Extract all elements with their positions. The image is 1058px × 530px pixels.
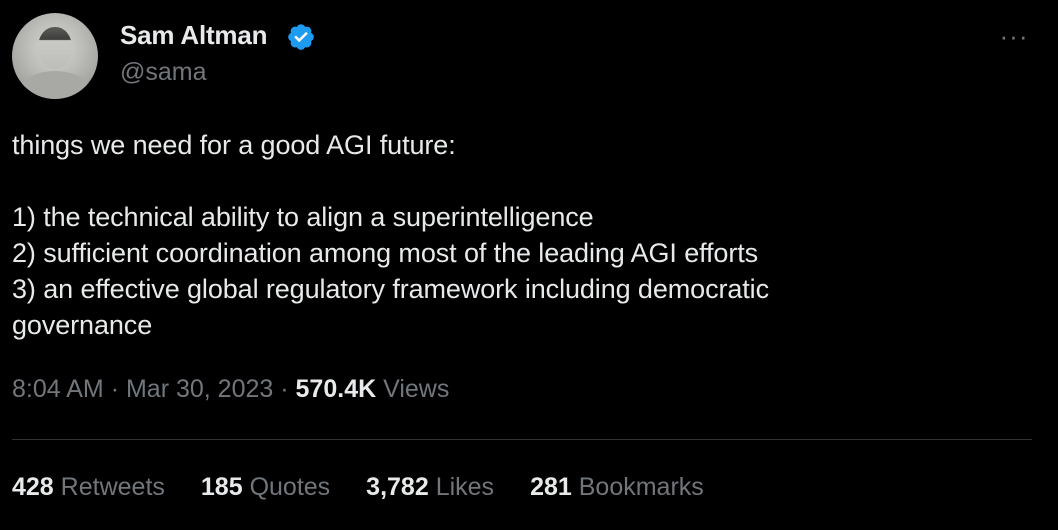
tweet-date[interactable]: Mar 30, 2023 [126, 375, 273, 403]
tweet-meta: 8:04 AM · Mar 30, 2023 · 570.4K Views [12, 375, 449, 404]
tweet-time[interactable]: 8:04 AM [12, 375, 104, 403]
bookmarks-label: Bookmarks [578, 473, 704, 501]
retweets-label: Retweets [60, 473, 165, 501]
views-count: 570.4K [295, 375, 377, 403]
avatar-shoulders [20, 71, 90, 99]
author-avatar[interactable] [12, 13, 98, 99]
quotes-label: Quotes [249, 473, 331, 501]
views-label: Views [383, 375, 450, 403]
retweets-stat[interactable]: 428 Retweets [12, 473, 165, 502]
tweet-line: things we need for a good AGI future: [12, 130, 456, 160]
tweet-line: 3) an effective global regulatory framew… [12, 274, 769, 304]
avatar-head [38, 27, 72, 69]
likes-label: Likes [435, 473, 495, 501]
quotes-stat[interactable]: 185 Quotes [201, 473, 330, 502]
tweet-line: 1) the technical ability to align a supe… [12, 202, 594, 232]
divider [12, 439, 1032, 440]
meta-separator: · [280, 375, 289, 403]
tweet-text: things we need for a good AGI future: 1)… [12, 127, 1022, 343]
retweets-count: 428 [12, 473, 54, 501]
author-handle[interactable]: @sama [120, 58, 207, 87]
tweet-line: 2) sufficient coordination among most of… [12, 238, 759, 268]
more-options-icon[interactable]: ··· [996, 21, 1032, 51]
likes-stat[interactable]: 3,782 Likes [366, 473, 494, 502]
likes-count: 3,782 [366, 473, 429, 501]
bookmarks-count: 281 [530, 473, 572, 501]
quotes-count: 185 [200, 473, 243, 501]
author-name[interactable]: Sam Altman [120, 20, 268, 51]
bookmarks-stat[interactable]: 281 Bookmarks [530, 473, 704, 502]
verified-badge-icon [288, 24, 314, 50]
tweet-line: governance [12, 310, 153, 340]
engagement-stats: 428 Retweets 185 Quotes 3,782 Likes 281 … [12, 473, 740, 502]
meta-separator: · [110, 375, 120, 403]
